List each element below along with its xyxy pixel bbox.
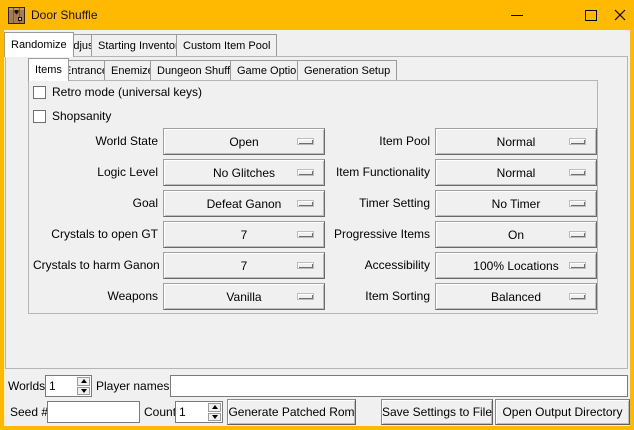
item-pool-value: Normal [497,135,536,149]
world-state-value: Open [229,135,258,149]
maximize-icon [585,10,597,21]
titlebar: Door Shuffle [0,0,634,30]
crystals-open-gt-label: Crystals to open GT [33,221,158,248]
retro-mode-checkbox[interactable] [33,86,46,99]
weapons-value: Vanilla [226,290,261,304]
seed-input[interactable] [47,401,140,423]
worlds-spinbox[interactable]: 1 [45,375,92,397]
item-sorting-value: Balanced [491,290,541,304]
tab-starting-inventory-label: Starting Inventory [98,40,184,52]
accessibility-label: Accessibility [280,252,430,279]
worlds-value: 1 [49,376,56,396]
item-sorting-dropdown[interactable]: Balanced [435,283,597,310]
count-spin-up-icon[interactable] [208,403,221,412]
subtab-items-label: Items [35,64,62,76]
accessibility-value: 100% Locations [473,259,558,273]
minimize-icon [511,15,523,16]
progressive-items-dropdown[interactable]: On [435,221,597,248]
dropdown-indicator-icon [569,262,586,269]
player-names-input[interactable] [170,375,628,397]
save-settings-button[interactable]: Save Settings to File [381,399,493,425]
item-sorting-label: Item Sorting [280,283,430,310]
logic-level-label: Logic Level [33,159,158,186]
count-spinbox[interactable]: 1 [175,401,223,423]
count-spin-down-icon[interactable] [208,413,221,422]
goal-label: Goal [33,190,158,217]
app-door-icon [8,7,25,24]
tab-custom-item-pool-label: Custom Item Pool [183,40,270,52]
subtab-items[interactable]: Items [28,58,69,81]
close-icon [614,9,626,21]
generate-patched-rom-label: Generate Patched Rom [228,405,354,419]
dropdown-indicator-icon [569,138,586,145]
open-output-directory-button[interactable]: Open Output Directory [495,399,630,425]
close-button[interactable] [605,0,634,30]
crystals-harm-ganon-label: Crystals to harm Ganon [33,252,158,279]
seed-label: Seed # [10,401,48,423]
subtab-generation-setup[interactable]: Generation Setup [297,60,397,80]
timer-setting-label: Timer Setting [280,190,430,217]
worlds-spin-down-icon[interactable] [77,387,90,396]
shopsanity-checkbox[interactable] [33,110,46,123]
tab-randomize-label: Randomize [11,39,67,51]
worlds-spin-arrows [77,377,90,395]
timer-setting-dropdown[interactable]: No Timer [435,190,597,217]
count-label: Count [144,401,176,423]
dropdown-indicator-icon [569,231,586,238]
world-state-label: World State [33,128,158,155]
timer-setting-value: No Timer [492,197,541,211]
item-functionality-label: Item Functionality [280,159,430,186]
worlds-label: Worlds [8,375,45,397]
worlds-spin-up-icon[interactable] [77,377,90,386]
dropdown-indicator-icon [569,169,586,176]
tab-randomize[interactable]: Randomize [4,32,74,57]
crystals-open-gt-value: 7 [241,228,248,242]
progressive-items-label: Progressive Items [280,221,430,248]
item-functionality-value: Normal [497,166,536,180]
item-functionality-dropdown[interactable]: Normal [435,159,597,186]
count-value: 1 [179,402,186,422]
subtab-dungeon-shuffle-label: Dungeon Shuffle [157,65,239,77]
save-settings-label: Save Settings to File [382,405,492,419]
item-pool-dropdown[interactable]: Normal [435,128,597,155]
accessibility-dropdown[interactable]: 100% Locations [435,252,597,279]
logic-level-value: No Glitches [213,166,275,180]
subtab-generation-setup-label: Generation Setup [304,65,390,77]
shopsanity-label: Shopsanity [52,110,111,123]
goal-value: Defeat Ganon [207,197,282,211]
progressive-items-value: On [508,228,524,242]
retro-mode-label: Retro mode (universal keys) [52,86,202,99]
crystals-harm-ganon-value: 7 [241,259,248,273]
generate-patched-rom-button[interactable]: Generate Patched Rom [227,399,356,425]
tab-custom-item-pool[interactable]: Custom Item Pool [176,34,277,56]
weapons-label: Weapons [33,283,158,310]
count-spin-arrows [208,403,221,421]
dropdown-indicator-icon [569,293,586,300]
window-title: Door Shuffle [31,0,98,30]
dropdown-indicator-icon [569,200,586,207]
item-pool-label: Item Pool [280,128,430,155]
open-output-directory-label: Open Output Directory [502,405,622,419]
player-names-label: Player names [96,375,169,397]
minimize-button[interactable] [496,0,538,30]
